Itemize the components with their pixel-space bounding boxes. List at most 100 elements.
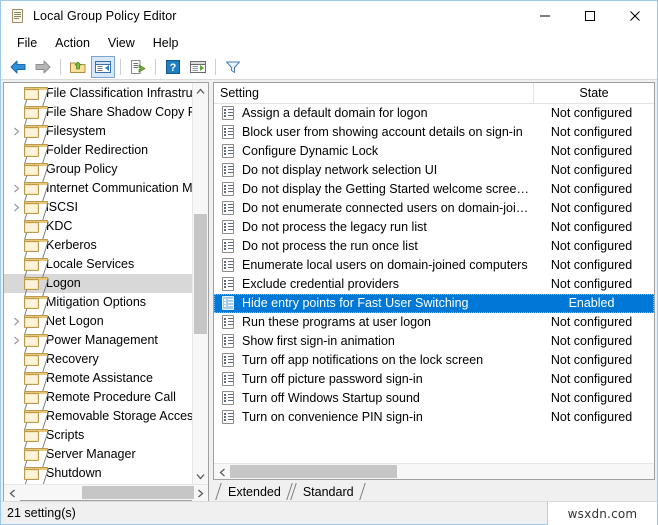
- tree-item[interactable]: File Share Shadow Copy Prc: [4, 103, 192, 122]
- tree-item[interactable]: Mitigation Options: [4, 293, 192, 312]
- tree-item[interactable]: Shutdown Options: [4, 483, 192, 484]
- tree-horizontal-scrollbar[interactable]: [4, 484, 208, 500]
- tree-item-label: KDC: [46, 217, 72, 236]
- settings-hscroll-thumb[interactable]: [230, 465, 397, 478]
- menu-view[interactable]: View: [99, 34, 144, 52]
- chevron-right-icon[interactable]: [8, 181, 24, 197]
- chevron-right-icon[interactable]: [8, 124, 24, 140]
- tree-scroll-left-button[interactable]: [4, 485, 20, 501]
- main-panes: File Classification InfrastrucFile Share…: [1, 80, 657, 501]
- back-icon[interactable]: [6, 56, 30, 78]
- tree-item[interactable]: File Classification Infrastruc: [4, 84, 192, 103]
- tree-scroll-up-button[interactable]: [193, 83, 208, 99]
- policy-setting-icon: [221, 201, 236, 216]
- console-tree-pane: File Classification InfrastrucFile Share…: [3, 82, 209, 501]
- tree-item[interactable]: Removable Storage Access: [4, 407, 192, 426]
- table-row[interactable]: Configure Dynamic LockNot configured: [214, 142, 654, 161]
- table-row[interactable]: Run these programs at user logonNot conf…: [214, 313, 654, 332]
- settings-scroll-left-button[interactable]: [214, 464, 230, 480]
- chevron-right-icon[interactable]: [8, 333, 24, 349]
- tree-item[interactable]: Folder Redirection: [4, 141, 192, 160]
- filter-icon[interactable]: [221, 56, 245, 78]
- table-row[interactable]: Turn off Windows Startup soundNot config…: [214, 389, 654, 408]
- tree-scroll-thumb[interactable]: [194, 214, 207, 334]
- title-bar: Local Group Policy Editor: [1, 1, 657, 31]
- tree-item[interactable]: Recovery: [4, 350, 192, 369]
- export-list-icon[interactable]: [126, 56, 150, 78]
- tree-item[interactable]: Shutdown: [4, 464, 192, 483]
- menu-action[interactable]: Action: [46, 34, 99, 52]
- policy-setting-icon: [221, 315, 236, 330]
- tree-item[interactable]: Filesystem: [4, 122, 192, 141]
- tree-item[interactable]: KDC: [4, 217, 192, 236]
- policy-setting-icon: [221, 144, 236, 159]
- tab-extended-label: Extended: [228, 485, 281, 499]
- table-row[interactable]: Do not process the legacy run listNot co…: [214, 218, 654, 237]
- table-row[interactable]: Block user from showing account details …: [214, 123, 654, 142]
- tree-hscroll-thumb[interactable]: [82, 486, 194, 499]
- chevron-right-icon[interactable]: [8, 314, 24, 330]
- settings-list[interactable]: Assign a default domain for logonNot con…: [214, 104, 654, 463]
- folder-icon: [24, 429, 41, 443]
- tree-item[interactable]: Locale Services: [4, 255, 192, 274]
- minimize-button[interactable]: [522, 1, 567, 31]
- folder-icon: [24, 372, 41, 386]
- table-row-selected[interactable]: Hide entry points for Fast User Switchin…: [214, 294, 654, 313]
- column-header-state[interactable]: State: [533, 83, 654, 103]
- table-row[interactable]: Exclude credential providersNot configur…: [214, 275, 654, 294]
- table-row[interactable]: Turn off picture password sign-inNot con…: [214, 370, 654, 389]
- table-row[interactable]: Do not display network selection UINot c…: [214, 161, 654, 180]
- tree-item[interactable]: Group Policy: [4, 160, 192, 179]
- tree-item[interactable]: Remote Procedure Call: [4, 388, 192, 407]
- folder-icon: [24, 353, 41, 367]
- column-header-setting[interactable]: Setting: [214, 83, 533, 103]
- tree-item[interactable]: Remote Assistance: [4, 369, 192, 388]
- settings-hscroll-track[interactable]: [230, 464, 638, 479]
- table-row[interactable]: Do not display the Getting Started welco…: [214, 180, 654, 199]
- menu-file[interactable]: File: [8, 34, 46, 52]
- table-row[interactable]: Do not enumerate connected users on doma…: [214, 199, 654, 218]
- close-button[interactable]: [612, 1, 657, 31]
- tree-item[interactable]: Scripts: [4, 426, 192, 445]
- tree-scroll-track[interactable]: [193, 99, 208, 468]
- settings-list-box: Setting State Assign a default domain fo…: [213, 82, 655, 480]
- tree-item[interactable]: iSCSI: [4, 198, 192, 217]
- table-row[interactable]: Turn on convenience PIN sign-inNot confi…: [214, 408, 654, 427]
- chevron-right-icon[interactable]: [8, 200, 24, 216]
- table-row[interactable]: Show first sign-in animationNot configur…: [214, 332, 654, 351]
- tree-item[interactable]: Server Manager: [4, 445, 192, 464]
- menu-help[interactable]: Help: [144, 34, 188, 52]
- tree-indent-spacer: [8, 219, 24, 235]
- tree-vertical-scrollbar[interactable]: [192, 83, 208, 484]
- tree-item-label: Remote Procedure Call: [46, 388, 176, 407]
- tree-item[interactable]: Internet Communication M: [4, 179, 192, 198]
- tree-item[interactable]: Logon: [4, 274, 192, 293]
- table-row[interactable]: Do not process the run once listNot conf…: [214, 237, 654, 256]
- settings-horizontal-scrollbar[interactable]: [214, 463, 654, 479]
- tree-hscroll-track[interactable]: [20, 485, 192, 500]
- show-hide-action-pane-icon[interactable]: [186, 56, 210, 78]
- tree-scroll-right-button[interactable]: [192, 485, 208, 501]
- tree-item-label: Internet Communication M: [46, 179, 192, 198]
- setting-name-cell: Run these programs at user logon: [242, 313, 533, 332]
- folder-icon: [24, 220, 41, 234]
- tab-standard-label: Standard: [303, 485, 354, 499]
- tree-item-label: Mitigation Options: [46, 293, 146, 312]
- forward-icon[interactable]: [31, 56, 55, 78]
- tab-extended[interactable]: Extended: [216, 482, 291, 501]
- maximize-button[interactable]: [567, 1, 612, 31]
- table-row[interactable]: Assign a default domain for logonNot con…: [214, 104, 654, 123]
- setting-state-cell: Not configured: [533, 161, 654, 180]
- table-row[interactable]: Turn off app notifications on the lock s…: [214, 351, 654, 370]
- up-one-level-icon[interactable]: [66, 56, 90, 78]
- tree-item[interactable]: Net Logon: [4, 312, 192, 331]
- tab-standard[interactable]: Standard: [291, 482, 364, 501]
- tree-scroll-down-button[interactable]: [193, 468, 208, 484]
- console-tree[interactable]: File Classification InfrastrucFile Share…: [4, 83, 192, 484]
- table-row[interactable]: Enumerate local users on domain-joined c…: [214, 256, 654, 275]
- setting-name-cell: Do not process the legacy run list: [242, 218, 533, 237]
- show-hide-console-tree-icon[interactable]: [91, 56, 115, 78]
- tree-item[interactable]: Kerberos: [4, 236, 192, 255]
- help-icon[interactable]: ?: [161, 56, 185, 78]
- tree-item[interactable]: Power Management: [4, 331, 192, 350]
